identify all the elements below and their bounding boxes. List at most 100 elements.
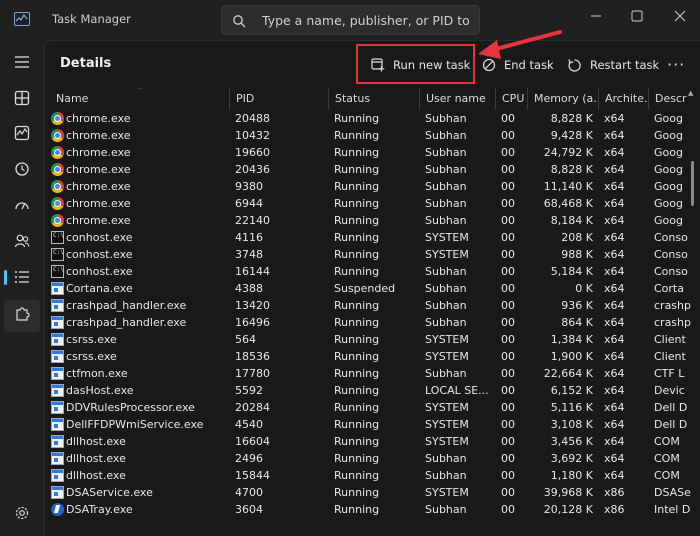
chrome-process-icon — [51, 146, 64, 159]
close-button[interactable] — [670, 8, 690, 24]
processes-icon[interactable] — [10, 86, 34, 110]
cell-description: Goog — [654, 197, 683, 210]
table-row[interactable]: DSATray.exe 3604 Running Subhan 00 20,128 K x8… — [45, 501, 695, 518]
cell-status: Running — [334, 180, 380, 193]
more-options-button[interactable]: ··· — [667, 55, 685, 74]
end-task-button[interactable]: End task — [482, 52, 554, 78]
dsa-process-icon — [51, 503, 64, 516]
table-row[interactable]: conhost.exe 4116 Running SYSTEM 00 208 K x64 Co… — [45, 229, 695, 246]
cell-cpu: 00 — [501, 469, 515, 482]
cell-description: crashp — [654, 316, 691, 329]
table-row[interactable]: csrss.exe 564 Running SYSTEM 00 1,384 K x64 Cli… — [45, 331, 695, 348]
cell-status: Running — [334, 401, 380, 414]
table-row[interactable]: chrome.exe 19660 Running Subhan 00 24,792 K x6… — [45, 144, 695, 161]
toolbar: Details Run new task End task Restart ta… — [45, 41, 700, 87]
table-row[interactable]: chrome.exe 10432 Running Subhan 00 9,428 K x64… — [45, 127, 695, 144]
table-row[interactable]: DSAService.exe 4700 Running SYSTEM 00 39,968 … — [45, 484, 695, 501]
performance-icon[interactable] — [10, 121, 34, 145]
column-header-architecture[interactable]: Archite... — [598, 88, 648, 110]
cell-name: dllhost.exe — [66, 435, 126, 448]
column-header-memory[interactable]: Memory (a... — [527, 88, 598, 110]
cell-description: Goog — [654, 180, 683, 193]
services-icon[interactable] — [10, 301, 34, 325]
scrollbar-thumb[interactable] — [691, 161, 694, 206]
table-row[interactable]: ctfmon.exe 17780 Running Subhan 00 22,664 K x6… — [45, 365, 695, 382]
cell-pid: 564 — [235, 333, 256, 346]
console-process-icon — [51, 231, 64, 244]
scroll-up-arrow-icon[interactable]: ▲ — [688, 89, 693, 97]
cell-architecture: x64 — [604, 112, 625, 125]
column-header-user[interactable]: User name — [419, 88, 495, 110]
cell-user: Subhan — [425, 146, 467, 159]
table-row[interactable]: chrome.exe 6944 Running Subhan 00 68,468 K x64… — [45, 195, 695, 212]
table-row[interactable]: DDVRulesProcessor.exe 20284 Running SYSTEM 0… — [45, 399, 695, 416]
cell-cpu: 00 — [501, 435, 515, 448]
cell-user: SYSTEM — [425, 401, 469, 414]
column-header-cpu[interactable]: CPU — [495, 88, 527, 110]
table-row[interactable]: conhost.exe 3748 Running SYSTEM 00 988 K x64 Co… — [45, 246, 695, 263]
console-process-icon — [51, 248, 64, 261]
cell-pid: 6944 — [235, 197, 263, 210]
cell-status: Running — [334, 129, 380, 142]
cell-architecture: x64 — [604, 231, 625, 244]
cell-cpu: 00 — [501, 265, 515, 278]
cell-name: crashpad_handler.exe — [66, 299, 187, 312]
details-icon[interactable] — [4, 265, 34, 289]
cell-cpu: 00 — [501, 299, 515, 312]
users-icon[interactable] — [10, 229, 34, 253]
cell-status: Running — [334, 367, 380, 380]
cell-name: conhost.exe — [66, 265, 133, 278]
table-row[interactable]: dllhost.exe 2496 Running Subhan 00 3,692 K x64… — [45, 450, 695, 467]
table-row[interactable]: dasHost.exe 5592 Running LOCAL SE... 00 6,152… — [45, 382, 695, 399]
cell-memory: 68,468 K — [543, 197, 593, 210]
chrome-process-icon — [51, 180, 64, 193]
settings-icon[interactable] — [10, 501, 34, 525]
column-header-status[interactable]: Status — [328, 88, 419, 110]
cell-status: Running — [334, 146, 380, 159]
table-row[interactable]: DellFFDPWmiService.exe 4540 Running SYSTEM 0… — [45, 416, 695, 433]
table-row[interactable]: crashpad_handler.exe 16496 Running Subhan 00… — [45, 314, 695, 331]
cell-memory: 988 K — [561, 248, 593, 261]
cell-cpu: 00 — [501, 282, 515, 295]
search-box[interactable]: Type a name, publisher, or PID to se... — [221, 5, 480, 35]
table-row[interactable]: csrss.exe 18536 Running SYSTEM 00 1,900 K x64 C… — [45, 348, 695, 365]
cell-architecture: x64 — [604, 248, 625, 261]
table-row[interactable]: dllhost.exe 15844 Running Subhan 00 1,180 K x6… — [45, 467, 695, 484]
table-row[interactable]: chrome.exe 9380 Running Subhan 00 11,140 K x64… — [45, 178, 695, 195]
cell-status: Running — [334, 163, 380, 176]
cell-memory: 5,184 K — [550, 265, 593, 278]
app-history-icon[interactable] — [10, 157, 34, 181]
cell-memory: 864 K — [561, 316, 593, 329]
cell-memory: 0 K — [575, 282, 593, 295]
table-row[interactable]: Cortana.exe 4388 Suspended Subhan 00 0 K x64 Co… — [45, 280, 695, 297]
cell-memory: 6,152 K — [550, 384, 593, 397]
cell-architecture: x64 — [604, 163, 625, 176]
cell-cpu: 00 — [501, 367, 515, 380]
restart-task-button[interactable]: Restart task — [567, 52, 659, 78]
column-header-pid[interactable]: PID — [229, 88, 328, 110]
cell-memory: 22,664 K — [543, 367, 593, 380]
table-row[interactable]: chrome.exe 20488 Running Subhan 00 8,828 K x64… — [45, 110, 695, 127]
column-header-name[interactable]: ⌃ Name — [45, 88, 229, 110]
maximize-button[interactable] — [627, 8, 647, 24]
hamburger-menu-icon[interactable] — [10, 50, 34, 74]
cell-user: Subhan — [425, 367, 467, 380]
cell-description: Conso — [654, 248, 688, 261]
table-row[interactable]: chrome.exe 20436 Running Subhan 00 8,828 K x64… — [45, 161, 695, 178]
cell-cpu: 00 — [501, 452, 515, 465]
cell-name: DellFFDPWmiService.exe — [66, 418, 204, 431]
minimize-button[interactable] — [586, 8, 606, 24]
table-row[interactable]: dllhost.exe 16604 Running SYSTEM 00 3,456 K x6… — [45, 433, 695, 450]
cell-pid: 4388 — [235, 282, 263, 295]
end-task-label: End task — [504, 58, 554, 72]
cell-user: SYSTEM — [425, 333, 469, 346]
cell-name: conhost.exe — [66, 231, 133, 244]
table-row[interactable]: chrome.exe 22140 Running Subhan 00 8,184 K x64… — [45, 212, 695, 229]
table-row[interactable]: crashpad_handler.exe 13420 Running Subhan 00… — [45, 297, 695, 314]
startup-apps-icon[interactable] — [10, 193, 34, 217]
cell-description: COM — [654, 435, 680, 448]
table-row[interactable]: conhost.exe 16144 Running Subhan 00 5,184 K x6… — [45, 263, 695, 280]
cell-architecture: x64 — [604, 333, 625, 346]
search-input[interactable]: Type a name, publisher, or PID to se... — [262, 13, 474, 28]
cell-architecture: x64 — [604, 350, 625, 363]
